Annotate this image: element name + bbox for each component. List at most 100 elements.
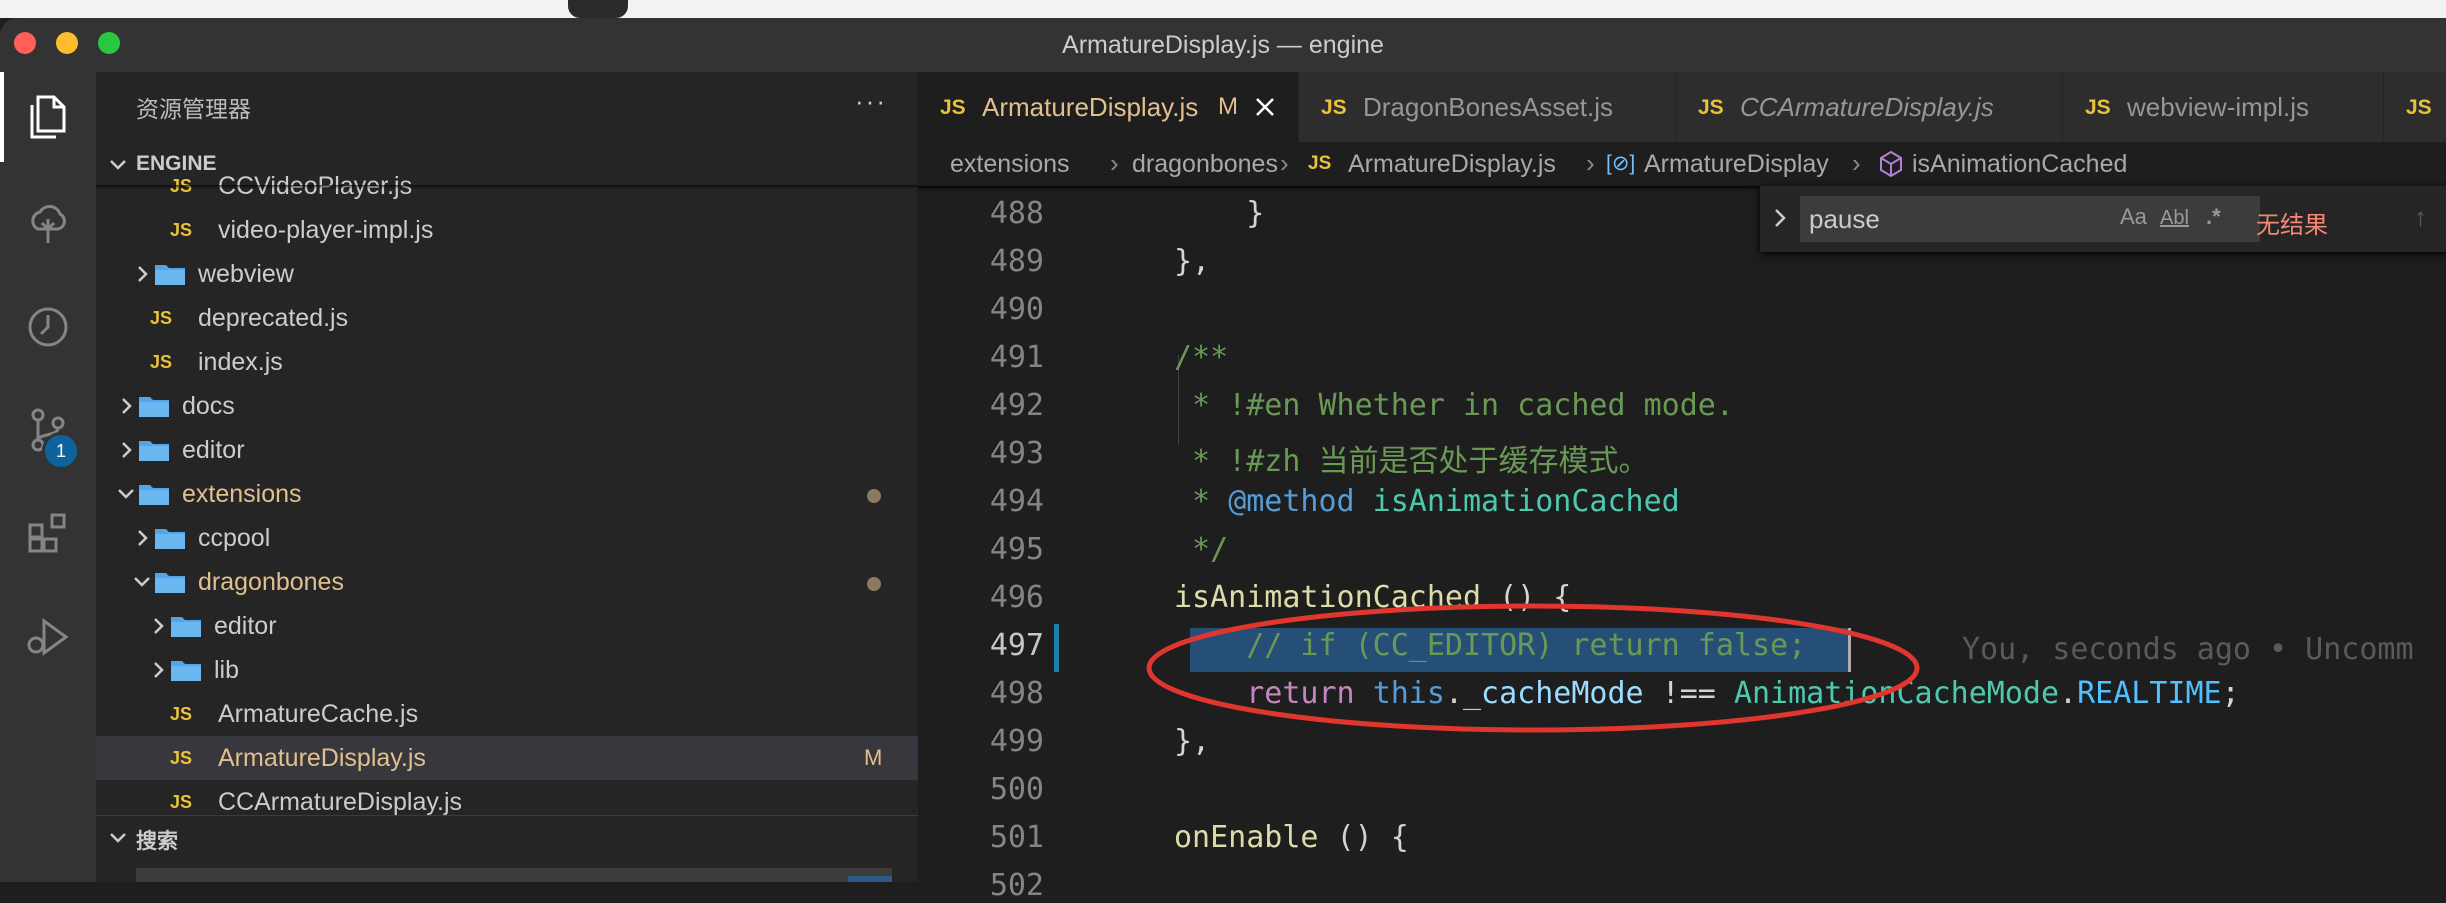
line-number: 489 [989,244,1044,279]
tree-folder[interactable]: extensions [96,472,918,516]
git-blame-annotation: You, seconds ago • Uncomm [1962,632,2414,667]
match-case-toggle[interactable]: Aa [2120,204,2147,230]
chevron-right-icon[interactable] [1766,204,1794,232]
search-section-header[interactable]: 搜索 [96,816,918,860]
whole-word-toggle[interactable]: Abl [2160,207,2189,230]
chevron-right-icon[interactable] [146,614,170,638]
line-number: 488 [989,196,1044,231]
tree-file[interactable]: JS deprecated.js [96,296,918,340]
tree-file[interactable]: JS ArmatureCache.js [96,692,918,736]
breadcrumb-item[interactable]: ArmatureDisplay [1644,150,1829,179]
tree-item-label: editor [182,436,245,464]
window-title: ArmatureDisplay.js — engine [1062,31,1384,59]
tree-item-label: ArmatureDisplay.js [218,744,426,772]
tree-file[interactable]: JS video-player-impl.js [96,208,918,252]
desktop-avatar-icon [568,0,628,18]
folder-icon [155,529,185,549]
chevron-right-icon[interactable] [130,526,154,550]
explorer-more-button[interactable]: ··· [855,86,887,117]
line-number: 497 [989,628,1044,663]
desktop-strip [0,0,2446,18]
js-file-icon: JS [150,308,173,328]
js-file-icon: JS [170,220,193,240]
arrow-up-icon[interactable]: ↑ [2414,202,2427,233]
tab-label: DragonBonesAsset.js [1363,92,1614,122]
breadcrumb-item[interactable]: isAnimationCached [1912,150,2127,179]
remote-activity[interactable] [0,178,96,268]
source-control-badge: 1 [42,432,80,470]
tab-webview-impl[interactable]: JS webview-impl.js [2063,72,2384,142]
line-number: 494 [989,484,1044,519]
tree-file[interactable]: JS index.js [96,340,918,384]
line-number: 495 [989,532,1044,567]
code-line: */ [1174,532,1229,567]
tree-item-label: deprecated.js [198,304,349,332]
tree-folder[interactable]: dragonbones [96,560,918,604]
regex-toggle[interactable]: .* [2206,204,2221,230]
code-editor[interactable] [918,186,2446,882]
tree-scroll-shadow [96,185,918,189]
line-number: 500 [989,772,1044,807]
folder-icon [139,441,169,461]
folder-icon [155,265,185,285]
chevron-right-icon[interactable] [114,394,138,418]
tree-folder[interactable]: docs [96,384,918,428]
find-result-count: 无结果 [2256,212,2328,239]
tree-item-label: extensions [182,480,302,508]
js-file-icon: JS [940,96,966,119]
chevron-right-icon[interactable] [130,262,154,286]
tab-label: ArmatureDisplay.js [982,92,1199,122]
tree-item-label: dragonbones [198,568,344,596]
extensions-activity[interactable] [0,488,96,578]
modified-dot [867,489,881,503]
js-file-icon: JS [2085,96,2111,119]
tree-item-label: video-player-impl.js [218,216,434,244]
breadcrumb-item[interactable]: dragonbones [1132,150,1278,179]
tree-item-label: editor [214,612,277,640]
chevron-right-icon: › [1280,148,1289,178]
explorer-title: 资源管理器 [136,96,251,122]
folder-icon [139,485,169,505]
search-section-label: 搜索 [136,830,178,853]
tree-folder[interactable]: editor [96,428,918,472]
breadcrumb-item[interactable]: ArmatureDisplay.js [1348,150,1556,179]
tree-folder[interactable]: ccpool [96,516,918,560]
tree-item-label: ArmatureCache.js [218,700,419,728]
line-number: 491 [989,340,1044,375]
line-number: 498 [989,676,1044,711]
chevron-right-icon[interactable] [146,658,170,682]
modified-dot [867,577,881,591]
folder-icon [171,617,201,637]
line-number: 492 [989,388,1044,423]
close-icon[interactable] [1254,96,1276,118]
tab-dragonbonesasset[interactable]: JS DragonBonesAsset.js [1299,72,1676,142]
chevron-right-icon: › [1586,148,1595,178]
code-line: onEnable () { [1174,820,1409,855]
class-symbol-icon: [⊘] [1606,152,1636,175]
explorer-activity[interactable] [0,72,96,162]
tree-file[interactable]: JS ArmatureDisplay.js M [96,736,918,780]
tab-ccarmaturedisplay[interactable]: JS CCArmatureDisplay.js [1676,72,2063,142]
tree-folder[interactable]: editor [96,604,918,648]
tree-item-label: lib [214,656,240,684]
breadcrumb-item[interactable]: extensions [950,150,1070,179]
search-option-button[interactable] [848,876,892,882]
code-line: /** [1174,340,1229,375]
tab-overflow[interactable]: JS [2384,72,2446,142]
tree-folder[interactable]: webview [96,252,918,296]
timeline-activity[interactable] [0,282,96,372]
chevron-right-icon[interactable] [114,438,138,462]
chevron-down-icon[interactable] [130,570,154,594]
line-number: 493 [989,436,1044,471]
js-file-icon: JS [1308,153,1332,174]
chevron-right-icon: › [1852,148,1861,178]
tree-item-label: ccpool [198,524,271,552]
search-input[interactable] [136,868,892,882]
run-debug-activity[interactable] [0,592,96,682]
tab-armaturedisplay[interactable]: JS ArmatureDisplay.js M [918,72,1299,142]
code-line: }, [1174,244,1211,279]
chevron-down-icon[interactable] [114,482,138,506]
chevron-down-icon [110,833,126,843]
code-line: * !#zh 当前是否处于缓存模式。 [1174,444,1649,479]
tree-folder[interactable]: lib [96,648,918,692]
